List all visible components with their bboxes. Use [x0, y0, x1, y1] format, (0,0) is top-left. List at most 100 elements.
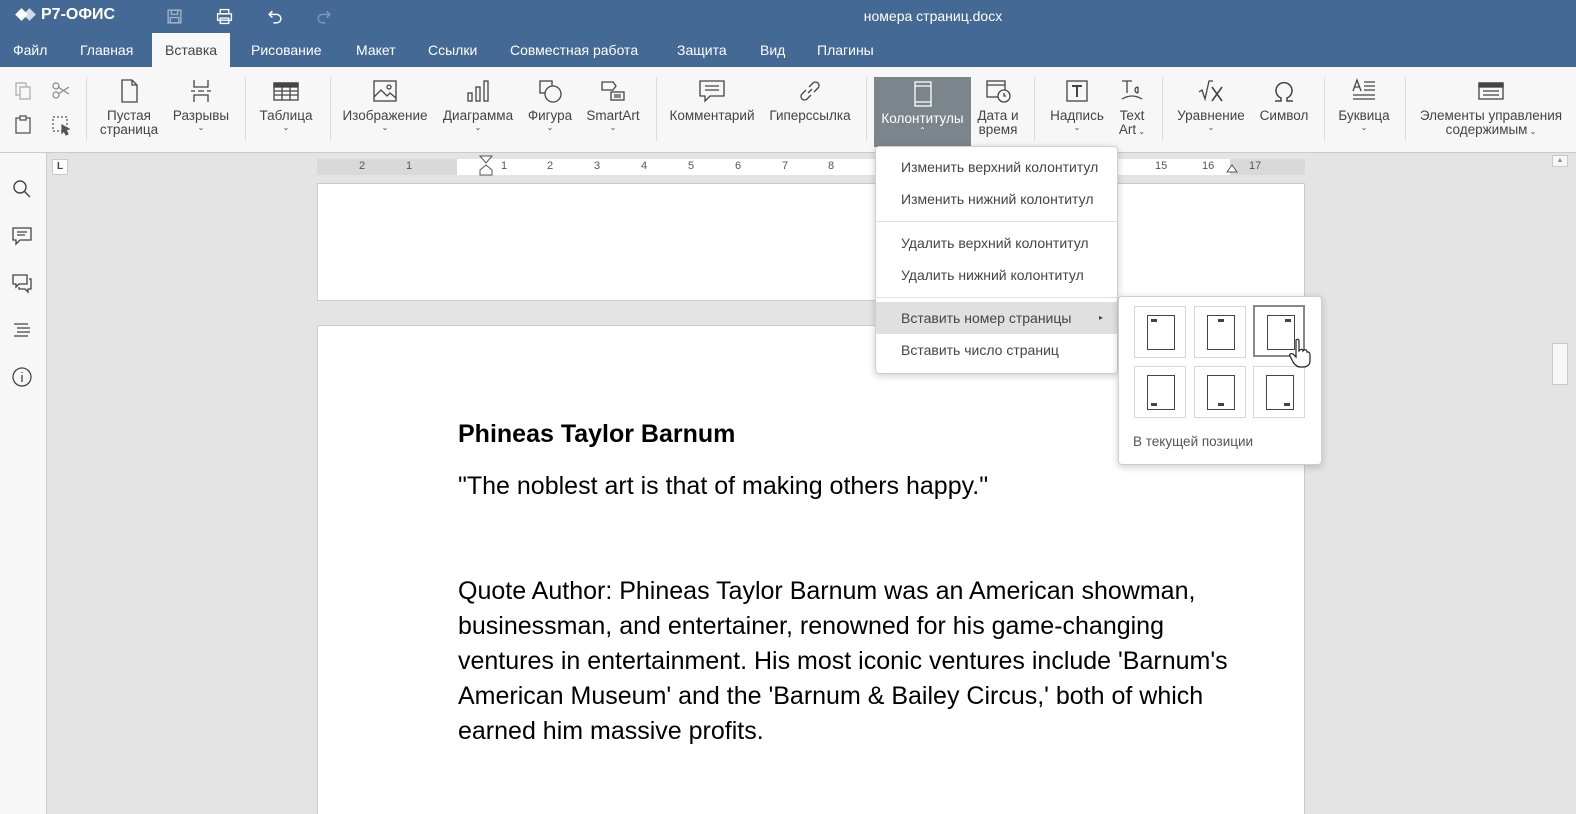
- textart-button[interactable]: Text Art ⌄: [1114, 77, 1150, 145]
- header-footer-button[interactable]: Колонтитулы ⌃: [874, 77, 971, 147]
- chevron-right-icon: ▸: [1098, 313, 1103, 322]
- datetime-label-2: время: [978, 122, 1018, 137]
- breaks-button[interactable]: Разрывы ⌄: [170, 77, 232, 145]
- datetime-label-1: Дата и: [977, 108, 1019, 123]
- tab-layout[interactable]: Макет: [343, 33, 409, 67]
- smartart-label: SmartArt: [586, 108, 640, 123]
- left-panel: [0, 153, 47, 814]
- tab-references[interactable]: Ссылки: [415, 33, 490, 67]
- dropcap-button[interactable]: Буквица ⌄: [1334, 77, 1394, 145]
- omega-icon: [1270, 77, 1298, 105]
- vertical-scrollbar[interactable]: ▲: [1546, 153, 1576, 814]
- symbol-label: Символ: [1259, 108, 1309, 123]
- ruler-number: 15: [1155, 160, 1168, 172]
- chevron-down-icon: ⌄: [546, 123, 554, 132]
- search-icon[interactable]: [11, 178, 35, 202]
- remove-header-item[interactable]: Удалить верхний колонтитул: [876, 227, 1117, 259]
- edit-header-item[interactable]: Изменить верхний колонтитул: [876, 151, 1117, 183]
- textbox-label: Надпись: [1050, 108, 1104, 123]
- textart-label-1: Text: [1119, 108, 1145, 123]
- dropcap-icon: [1350, 77, 1378, 105]
- insert-page-count-item[interactable]: Вставить число страниц: [876, 334, 1117, 366]
- comment-label: Комментарий: [669, 108, 755, 123]
- chevron-down-icon: ⌄: [609, 123, 617, 132]
- textart-label-2: Art: [1118, 122, 1137, 137]
- chevron-down-icon: ⌄: [197, 123, 205, 132]
- hyperlink-button[interactable]: Гиперссылка: [766, 77, 854, 145]
- title-bar: Р7-ОФИС номера страниц.docx: [0, 0, 1576, 33]
- datetime-button[interactable]: Дата и время: [975, 77, 1021, 145]
- position-top-center[interactable]: [1194, 306, 1246, 358]
- tab-view[interactable]: Вид: [747, 33, 798, 67]
- table-button[interactable]: Таблица ⌄: [255, 77, 317, 145]
- ruler-number: 7: [782, 160, 789, 172]
- position-bottom-right[interactable]: [1253, 366, 1305, 418]
- chevron-down-icon: ⌄: [1207, 123, 1215, 132]
- ruler-number: 4: [641, 160, 648, 172]
- tab-collaboration[interactable]: Совместная работа: [497, 33, 651, 67]
- blank-page-label-2: страница: [99, 122, 159, 137]
- ruler-number: 2: [359, 160, 366, 172]
- tab-protection[interactable]: Защита: [664, 33, 740, 67]
- copy-icon[interactable]: [12, 80, 34, 102]
- tab-stop-selector[interactable]: L: [52, 159, 68, 175]
- tab-file[interactable]: Файл: [0, 33, 60, 67]
- chart-button[interactable]: Диаграмма ⌄: [440, 77, 516, 145]
- blank-page-button[interactable]: Пустая страница: [96, 77, 162, 145]
- indent-marker-icon[interactable]: [479, 155, 493, 179]
- document-heading[interactable]: Phineas Taylor Barnum: [458, 420, 735, 449]
- position-top-left[interactable]: [1134, 306, 1186, 358]
- breaks-icon: [187, 77, 215, 105]
- navigation-icon[interactable]: [11, 319, 35, 343]
- chat-icon[interactable]: [11, 272, 35, 296]
- content-controls-icon: [1477, 77, 1505, 105]
- content-controls-button[interactable]: Элементы управления содержимым ⌄: [1415, 77, 1567, 145]
- remove-footer-item[interactable]: Удалить нижний колонтитул: [876, 259, 1117, 291]
- scroll-up-icon[interactable]: ▲: [1552, 155, 1568, 167]
- comment-button[interactable]: Комментарий: [666, 77, 758, 145]
- table-label: Таблица: [259, 108, 313, 123]
- image-button[interactable]: Изображение ⌄: [340, 77, 430, 145]
- document-paragraph[interactable]: Quote Author: Phineas Taylor Barnum was …: [458, 574, 1258, 749]
- document-quote[interactable]: "The noblest art is that of making other…: [458, 472, 988, 501]
- hand-cursor-icon: [1289, 338, 1311, 368]
- ruler-number: 3: [594, 160, 601, 172]
- scroll-thumb[interactable]: [1552, 343, 1568, 385]
- cut-icon[interactable]: [50, 80, 72, 102]
- chevron-down-icon: ⌄: [1360, 123, 1368, 132]
- textbox-icon: [1063, 77, 1091, 105]
- chevron-down-icon: ⌄: [474, 123, 482, 132]
- edit-footer-item[interactable]: Изменить нижний колонтитул: [876, 183, 1117, 215]
- symbol-button[interactable]: Символ: [1255, 77, 1313, 145]
- image-label: Изображение: [342, 108, 428, 123]
- select-all-icon[interactable]: [50, 114, 72, 136]
- chevron-down-icon: ⌄: [282, 123, 290, 132]
- shape-button[interactable]: Фигура ⌄: [524, 77, 576, 145]
- horizontal-ruler[interactable]: 2 1 1 2 3 4 5 6 7 8 15 16 17: [317, 155, 1305, 176]
- tab-draw[interactable]: Рисование: [238, 33, 335, 67]
- info-icon[interactable]: [11, 366, 35, 390]
- position-bottom-left[interactable]: [1134, 366, 1186, 418]
- insert-page-number-item[interactable]: Вставить номер страницы ▸: [876, 302, 1117, 334]
- equation-label: Уравнение: [1177, 108, 1245, 123]
- paste-icon[interactable]: [12, 114, 34, 136]
- chevron-down-icon: ⌄: [381, 123, 389, 132]
- smartart-button[interactable]: SmartArt ⌄: [582, 77, 644, 145]
- current-position-item[interactable]: В текущей позиции: [1133, 434, 1253, 449]
- insert-page-number-label: Вставить номер страницы: [901, 310, 1072, 326]
- menu-bar: Файл Главная Вставка Рисование Макет Ссы…: [0, 33, 1576, 67]
- ruler-number: 6: [735, 160, 742, 172]
- header-footer-label: Колонтитулы: [881, 111, 964, 126]
- document-page[interactable]: [317, 183, 1305, 301]
- textbox-button[interactable]: Надпись ⌄: [1044, 77, 1110, 145]
- right-indent-marker-icon[interactable]: [1226, 161, 1238, 173]
- position-bottom-center[interactable]: [1194, 366, 1246, 418]
- comments-icon[interactable]: [11, 225, 35, 249]
- tab-home[interactable]: Главная: [67, 33, 146, 67]
- tab-insert[interactable]: Вставка: [152, 33, 231, 67]
- ruler-number: 16: [1202, 160, 1215, 172]
- tab-plugins[interactable]: Плагины: [804, 33, 887, 67]
- equation-button[interactable]: Уравнение ⌄: [1172, 77, 1250, 145]
- header-footer-menu: Изменить верхний колонтитул Изменить ниж…: [875, 146, 1118, 374]
- ruler-number: 8: [828, 160, 835, 172]
